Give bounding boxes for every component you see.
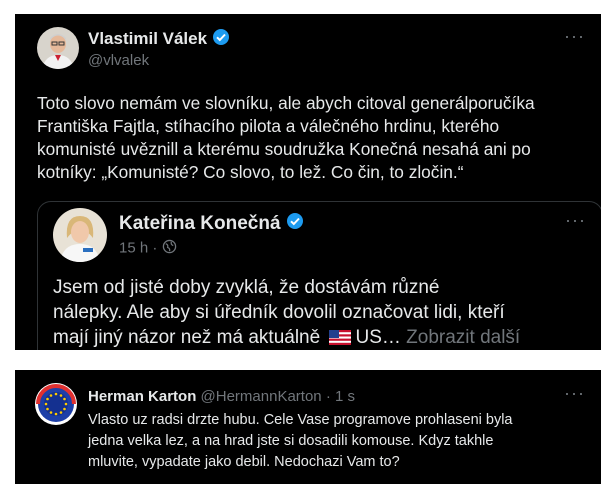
reply-text: Vlasto uz radsi drzte hubu. Cele Vase pr… — [88, 410, 593, 473]
verified-badge-icon — [286, 212, 304, 236]
us-flag-icon — [329, 327, 352, 350]
author-name[interactable]: Vlastimil Válek — [88, 28, 230, 51]
reply-author-name[interactable]: Herman Karton — [88, 388, 196, 405]
globe-icon — [162, 239, 177, 258]
post-text-line: Toto slovo nemám ve slovníku, ale abych … — [37, 93, 535, 113]
quoted-text-tail: US… — [355, 327, 401, 348]
reply-text-line: jedna velka lez, a na hrad jste si dosad… — [88, 433, 494, 449]
reply-more-options-icon[interactable]: ··· — [564, 383, 585, 404]
quoted-text-line: mají jiný názor než má aktuálně US… Zobr… — [53, 325, 601, 350]
quoted-author-name[interactable]: Kateřina Konečná — [119, 212, 304, 236]
separator-dot: · — [152, 239, 162, 257]
quoted-text: Jsem od jisté doby zvyklá, že dostávám r… — [53, 275, 601, 350]
reply-header: Herman Karton @HermannKarton · 1 s — [88, 388, 355, 405]
post-text-line: kotníky: „Komunisté? Co slovo, to lež. C… — [37, 162, 464, 182]
show-more-link[interactable]: Zobrazit další — [406, 327, 520, 348]
quoted-text-line-part: mají jiný názor než má aktuálně — [53, 327, 321, 348]
reply-text-line: mluvite, vypadate jako debil. Nedochazi … — [88, 454, 400, 470]
author-name-text[interactable]: Vlastimil Válek — [88, 29, 207, 48]
author-handle[interactable]: @vlvalek — [88, 52, 149, 69]
quoted-more-options-icon[interactable]: ··· — [565, 210, 586, 231]
verified-badge-icon — [212, 28, 230, 51]
quoted-author-name-text[interactable]: Kateřina Konečná — [119, 213, 281, 234]
post-card[interactable]: Vlastimil Válek @vlvalek ··· Toto slovo … — [15, 14, 601, 350]
reply-author-avatar[interactable] — [34, 382, 78, 426]
reply-handle[interactable]: @HermannKarton — [201, 388, 322, 405]
post-text-line: komunisté uvěznill a kterému soudružka K… — [37, 139, 531, 159]
post-text-line: Františka Fajtla, stíhacího pilota a vál… — [37, 116, 500, 136]
reply-text-line: Vlasto uz radsi drzte hubu. Cele Vase pr… — [88, 412, 513, 428]
more-options-icon[interactable]: ··· — [564, 26, 585, 47]
quoted-time[interactable]: 15 h — [119, 239, 148, 256]
author-avatar[interactable] — [37, 27, 79, 69]
quoted-meta: 15 h · — [119, 239, 177, 258]
reply-card[interactable]: Herman Karton @HermannKarton · 1 s ··· V… — [15, 370, 601, 484]
quoted-author-avatar[interactable] — [53, 208, 107, 262]
quoted-text-line: Jsem od jisté doby zvyklá, že dostávám r… — [53, 277, 440, 298]
quoted-text-line: nálepky. Ale aby si úředník dovolil ozna… — [53, 302, 505, 323]
post-text: Toto slovo nemám ve slovníku, ale abych … — [37, 92, 597, 184]
quoted-post[interactable]: Kateřina Konečná 15 h · ··· Jsem od jist… — [37, 201, 601, 350]
reply-time[interactable]: · 1 s — [326, 388, 355, 405]
